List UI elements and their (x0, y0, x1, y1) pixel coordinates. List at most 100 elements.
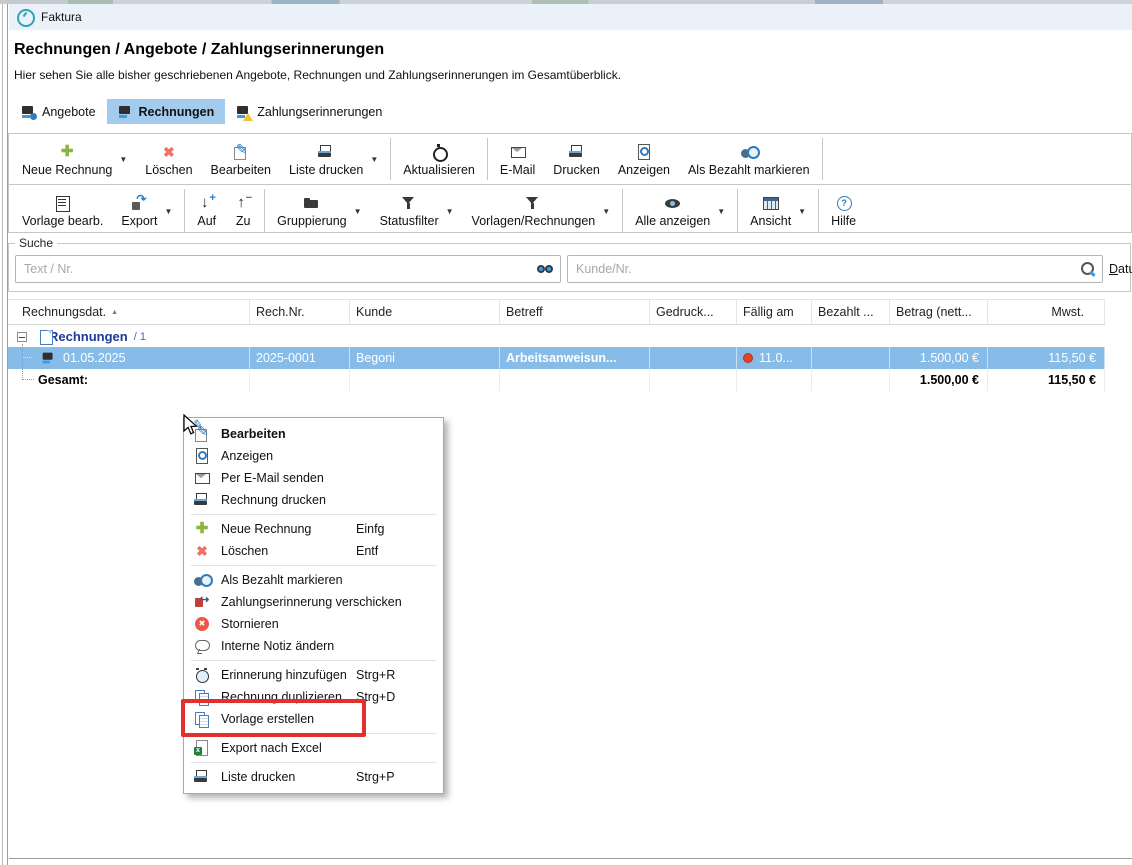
filter-funnel-icon (524, 194, 542, 212)
als-bezahlt-markieren-button[interactable]: Als Bezahlt markieren (679, 134, 819, 184)
hilfe-button[interactable]: Hilfe (822, 185, 865, 236)
loeschen-button[interactable]: Löschen (136, 134, 201, 184)
note-bubble-icon (193, 637, 211, 655)
payment-reminder-send-icon (193, 593, 211, 611)
tab-angebote[interactable]: Angebote (10, 99, 107, 124)
chevron-down-icon[interactable]: ▼ (164, 207, 172, 216)
export-icon (130, 194, 148, 212)
template-form-icon (54, 194, 72, 212)
coins-paid-icon (193, 571, 211, 589)
anzeigen-button[interactable]: Anzeigen (609, 134, 679, 184)
menu-item-rechnung-drucken[interactable]: Rechnung drucken (184, 489, 443, 511)
menu-item-rechnung-duplizieren[interactable]: Rechnung duplizierenStrg+D (184, 686, 443, 708)
menu-item-als-bezahlt-markieren[interactable]: Als Bezahlt markieren (184, 569, 443, 591)
neue-rechnung-button[interactable]: Neue Rechnung ▼ (13, 134, 136, 184)
menu-item-anzeigen[interactable]: Anzeigen (184, 445, 443, 467)
menu-item-neue-rechnung[interactable]: Neue RechnungEinfg (184, 518, 443, 540)
ansicht-button[interactable]: Ansicht ▼ (741, 185, 815, 236)
menu-item-export-nach-excel[interactable]: Export nach Excel (184, 737, 443, 759)
preview-document-icon (193, 447, 211, 465)
edit-pencil-icon (193, 425, 211, 443)
search-panel: Suche Datum (8, 243, 1131, 292)
toolbar-separator (737, 189, 738, 232)
bearbeiten-button[interactable]: Bearbeiten (202, 134, 280, 184)
menu-item-loeschen[interactable]: LöschenEntf (184, 540, 443, 562)
overdue-status-dot (743, 353, 753, 363)
clock-app-icon (16, 8, 34, 26)
tab-label: Angebote (42, 105, 96, 119)
column-header-gedruckt[interactable]: Gedruck... (650, 300, 737, 324)
chevron-down-icon[interactable]: ▼ (354, 207, 362, 216)
toolbar-separator (818, 189, 819, 232)
total-label: Gesamt: (8, 369, 250, 391)
table-row[interactable]: 01.05.2025 2025-0001 Begoni Arbeitsanwei… (8, 347, 1105, 369)
column-header-bezahlt[interactable]: Bezahlt ... (812, 300, 890, 324)
tab-label: Zahlungserinnerungen (257, 105, 382, 119)
group-row-rechnungen[interactable]: Rechnungen / 1 (8, 326, 1105, 347)
zu-button[interactable]: Zu (225, 185, 261, 236)
column-header-betrag-netto[interactable]: Betrag (nett... (890, 300, 988, 324)
tab-rechnungen[interactable]: Rechnungen (107, 99, 226, 124)
total-mwst: 115,50 € (988, 369, 1105, 391)
chevron-down-icon[interactable]: ▼ (446, 207, 454, 216)
text-search-field (15, 255, 561, 283)
page-subtitle: Hier sehen Sie alle bisher geschriebenen… (14, 68, 621, 82)
collapse-all-icon (234, 194, 252, 212)
menu-item-interne-notiz-aendern[interactable]: Interne Notiz ändern (184, 635, 443, 657)
drucken-button[interactable]: Drucken (544, 134, 609, 184)
column-header-faellig-am[interactable]: Fällig am (737, 300, 812, 324)
menu-item-vorlage-erstellen[interactable]: Vorlage erstellen (184, 708, 443, 730)
coins-paid-icon (740, 143, 758, 161)
alarm-clock-icon (193, 666, 211, 684)
gruppierung-button[interactable]: Gruppierung ▼ (268, 185, 370, 236)
chevron-down-icon[interactable]: ▼ (602, 207, 610, 216)
customer-search-input[interactable] (568, 262, 1079, 276)
column-header-rechnr[interactable]: Rech.Nr. (250, 300, 350, 324)
menu-item-erinnerung-hinzufuegen[interactable]: Erinnerung hinzufügenStrg+R (184, 664, 443, 686)
column-header-betreff[interactable]: Betreff (500, 300, 650, 324)
text-search-input[interactable] (16, 262, 536, 276)
column-header-kunde[interactable]: Kunde (350, 300, 500, 324)
statusfilter-button[interactable]: Statusfilter ▼ (371, 185, 463, 236)
chevron-down-icon[interactable]: ▼ (119, 155, 127, 164)
menu-item-per-email-senden[interactable]: Per E-Mail senden (184, 467, 443, 489)
auf-button[interactable]: Auf (188, 185, 225, 236)
offers-tab-icon (21, 104, 36, 120)
vorlage-bearbeiten-button[interactable]: Vorlage bearb. (13, 185, 112, 236)
column-header-rechnungsdatum[interactable]: Rechnungsdat.▲ (8, 300, 250, 324)
chevron-down-icon[interactable]: ▼ (798, 207, 806, 216)
cell-bezahlt (812, 347, 890, 369)
menu-item-liste-drucken[interactable]: Liste druckenStrg+P (184, 766, 443, 788)
tree-collapse-toggle[interactable] (17, 332, 27, 342)
magnifier-icon[interactable] (1079, 260, 1097, 278)
menu-item-zahlungserinnerung-verschicken[interactable]: Zahlungserinnerung verschicken (184, 591, 443, 613)
alle-anzeigen-button[interactable]: Alle anzeigen ▼ (626, 185, 734, 236)
vorlagen-rechnungen-button[interactable]: Vorlagen/Rechnungen ▼ (463, 185, 620, 236)
menu-item-bearbeiten[interactable]: Bearbeiten (184, 423, 443, 445)
cell-betreff: Arbeitsanweisun... (500, 347, 650, 369)
cell-kunde: Begoni (350, 347, 500, 369)
toolbar-row-1: Neue Rechnung ▼ Löschen Bearbeiten Liste… (9, 134, 1131, 185)
date-filter-link[interactable]: Datum (1109, 262, 1132, 276)
document-icon (38, 329, 56, 347)
printer-icon (193, 768, 211, 786)
menu-item-stornieren[interactable]: Stornieren (184, 613, 443, 635)
cell-faellig-am: 11.0... (737, 347, 812, 369)
tabstrip: Angebote Rechnungen Zahlungserinnerungen (10, 99, 393, 124)
email-button[interactable]: E-Mail (491, 134, 544, 184)
tab-zahlungserinnerungen[interactable]: Zahlungserinnerungen (225, 99, 393, 124)
liste-drucken-button[interactable]: Liste drucken ▼ (280, 134, 387, 184)
chevron-down-icon[interactable]: ▼ (717, 207, 725, 216)
delete-x-icon (160, 143, 178, 161)
toolbar-separator (264, 189, 265, 232)
tree-line (23, 357, 32, 358)
binoculars-icon[interactable] (536, 260, 554, 278)
aktualisieren-button[interactable]: Aktualisieren (394, 134, 484, 184)
context-menu: Bearbeiten Anzeigen Per E-Mail senden Re… (183, 417, 444, 794)
cell-betrag: 1.500,00 € (890, 347, 988, 369)
chevron-down-icon[interactable]: ▼ (370, 155, 378, 164)
export-button[interactable]: Export ▼ (112, 185, 181, 236)
column-header-mwst[interactable]: Mwst. (988, 300, 1105, 324)
delete-x-icon (193, 542, 211, 560)
app-window: { "window": { "title": "Faktura", "app_i… (0, 0, 1132, 865)
